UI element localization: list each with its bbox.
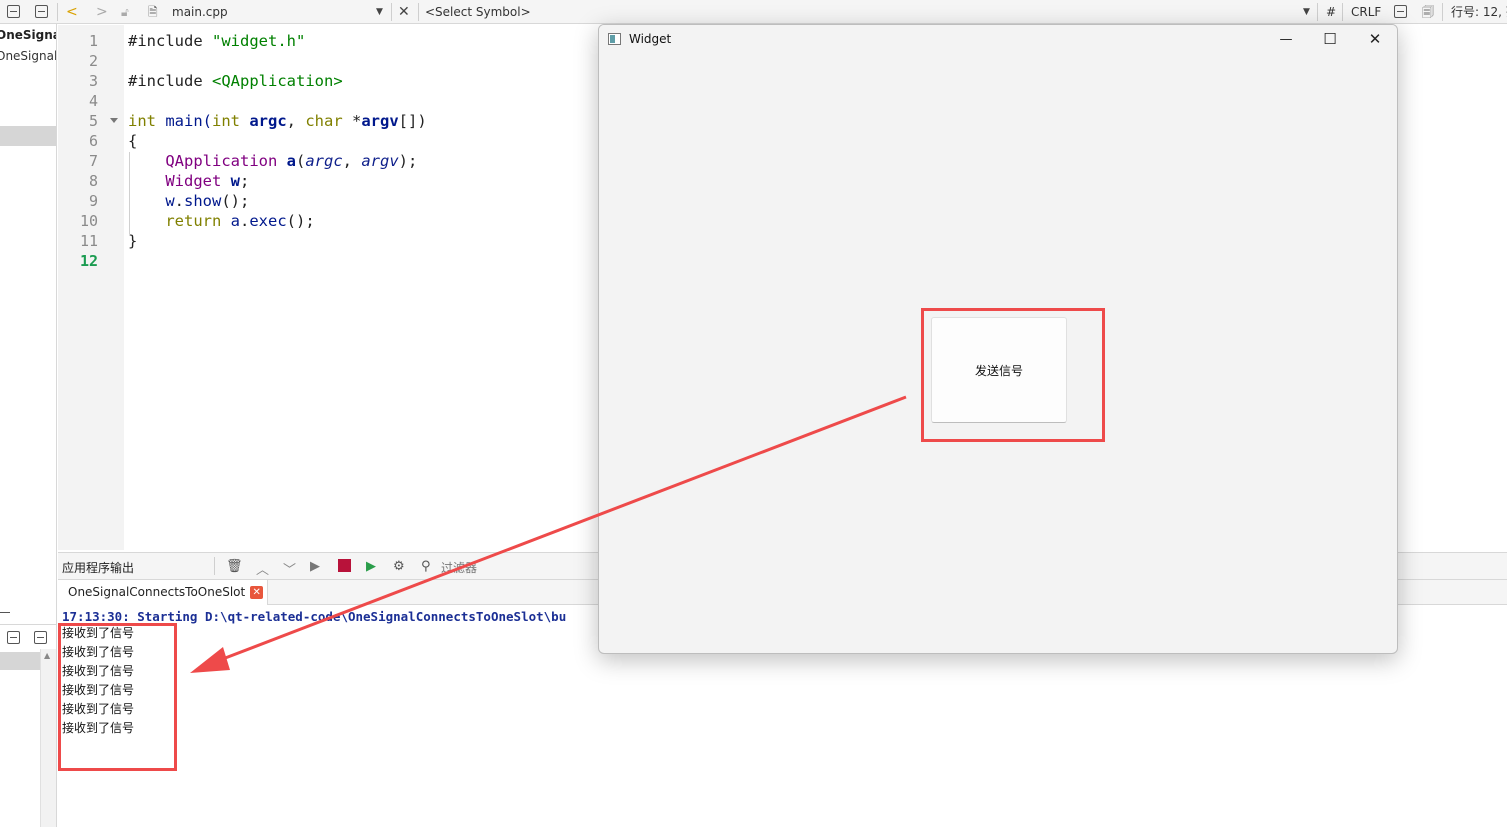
line-number: 1 [88, 32, 98, 50]
output-tab-label: OneSignalConnectsToOneSlot [68, 585, 246, 599]
project-sidebar: OneSignalConnectsToOneSlot [main] OneSig… [0, 24, 57, 827]
forward-arrow-icon[interactable]: > [96, 0, 108, 24]
file-icon: 🗎︎ [148, 5, 158, 19]
chevron-down-icon[interactable]: ﹀ [283, 559, 296, 578]
close-file-icon[interactable]: ✕ [398, 0, 410, 24]
symbol-dropdown-chevron-icon[interactable]: ▼ [1303, 0, 1310, 24]
divider [1442, 3, 1443, 21]
selected-tree-row[interactable] [0, 652, 40, 670]
scroll-up-icon[interactable]: ▲ [44, 651, 50, 660]
divider [391, 3, 392, 21]
divider [214, 557, 215, 575]
encoding-icon[interactable]: 🗐︎ [1422, 0, 1434, 24]
back-arrow-icon[interactable]: < [66, 0, 78, 24]
collapse-dash-icon[interactable] [0, 612, 10, 613]
close-button[interactable]: ✕ [1352, 25, 1397, 54]
code-line[interactable]: int main(int argc, char *argv[]) [128, 111, 427, 131]
line-number: 4 [88, 92, 98, 110]
line-number: 5 [88, 112, 98, 130]
annotation-box-output [58, 623, 177, 771]
divider [1342, 3, 1343, 21]
symbol-select[interactable]: <Select Symbol> [425, 0, 531, 24]
code-line[interactable]: return a.exec(); [128, 211, 314, 231]
debug-run-icon[interactable]: ▶ [366, 559, 376, 574]
widget-title-bar[interactable]: Widget — ☐ ✕ [599, 25, 1397, 54]
maximize-button[interactable]: ☐ [1307, 25, 1353, 54]
code-line[interactable]: Widget w; [128, 171, 249, 191]
filter-input[interactable]: 过滤器 [441, 559, 477, 576]
code-line[interactable]: #include <QApplication> [128, 71, 343, 91]
fold-arrow-icon[interactable] [110, 118, 118, 123]
document-icon[interactable] [1394, 5, 1407, 18]
line-number: 9 [88, 192, 98, 210]
run-icon[interactable]: ▶ [310, 559, 320, 574]
sidebar-scrollbar[interactable]: ▲ [40, 649, 56, 827]
line-number: 8 [88, 172, 98, 190]
line-ending-label[interactable]: CRLF [1351, 0, 1381, 24]
line-number: 3 [88, 72, 98, 90]
split-icon[interactable] [7, 5, 20, 18]
line-number: 11 [79, 232, 98, 250]
app-icon [608, 33, 621, 45]
annotation-box-button [921, 308, 1105, 442]
line-number: 6 [88, 132, 98, 150]
output-tab[interactable]: OneSignalConnectsToOneSlot ✕ [58, 580, 269, 605]
code-line[interactable]: #include "widget.h" [128, 31, 305, 51]
project-file[interactable]: OneSignalConnectsToOneSlot.pro [0, 49, 56, 63]
divider [418, 3, 419, 21]
close-tab-icon[interactable]: ✕ [250, 586, 264, 599]
code-line[interactable]: { [128, 131, 137, 151]
editor-toolbar: < > 🔓︎ 🗎︎ main.cpp ▼ ✕ <Select Symbol> ▼… [0, 0, 1507, 24]
split-icon[interactable] [7, 631, 20, 644]
project-name[interactable]: OneSignalConnectsToOneSlot [main] [0, 28, 56, 42]
output-start-line: 17:13:30: Starting D:\qt-related-code\On… [62, 609, 567, 624]
stop-icon[interactable] [338, 559, 351, 572]
line-number: 10 [79, 212, 98, 230]
current-line-number: 12 [79, 252, 98, 270]
selected-tree-row[interactable] [0, 126, 56, 146]
divider [1317, 3, 1318, 21]
output-pane-title: 应用程序输出 [62, 561, 135, 575]
code-line[interactable]: w.show(); [128, 191, 249, 211]
line-number: 2 [88, 52, 98, 70]
hash-label[interactable]: # [1326, 0, 1336, 24]
lock-icon[interactable]: 🔓︎ [121, 0, 129, 24]
divider [57, 3, 58, 21]
line-number: 7 [88, 152, 98, 170]
code-line[interactable]: } [128, 231, 137, 251]
minimize-button[interactable]: — [1263, 25, 1309, 54]
chevron-up-icon[interactable]: ︿ [256, 559, 269, 578]
search-icon: ⚲ [421, 559, 431, 574]
code-line[interactable]: QApplication a(argc, argv); [128, 151, 417, 171]
collapse-icon[interactable] [35, 5, 48, 18]
clear-trash-icon[interactable]: 🗑︎ [226, 559, 243, 574]
file-dropdown-chevron-icon[interactable]: ▼ [376, 0, 383, 24]
cursor-position[interactable]: 行号: 12, 列 [1451, 0, 1507, 24]
gear-icon[interactable]: ⚙ [393, 559, 405, 574]
widget-window-title: Widget [629, 32, 672, 46]
collapse-icon[interactable] [34, 631, 47, 644]
open-file-name[interactable]: main.cpp [172, 0, 228, 24]
